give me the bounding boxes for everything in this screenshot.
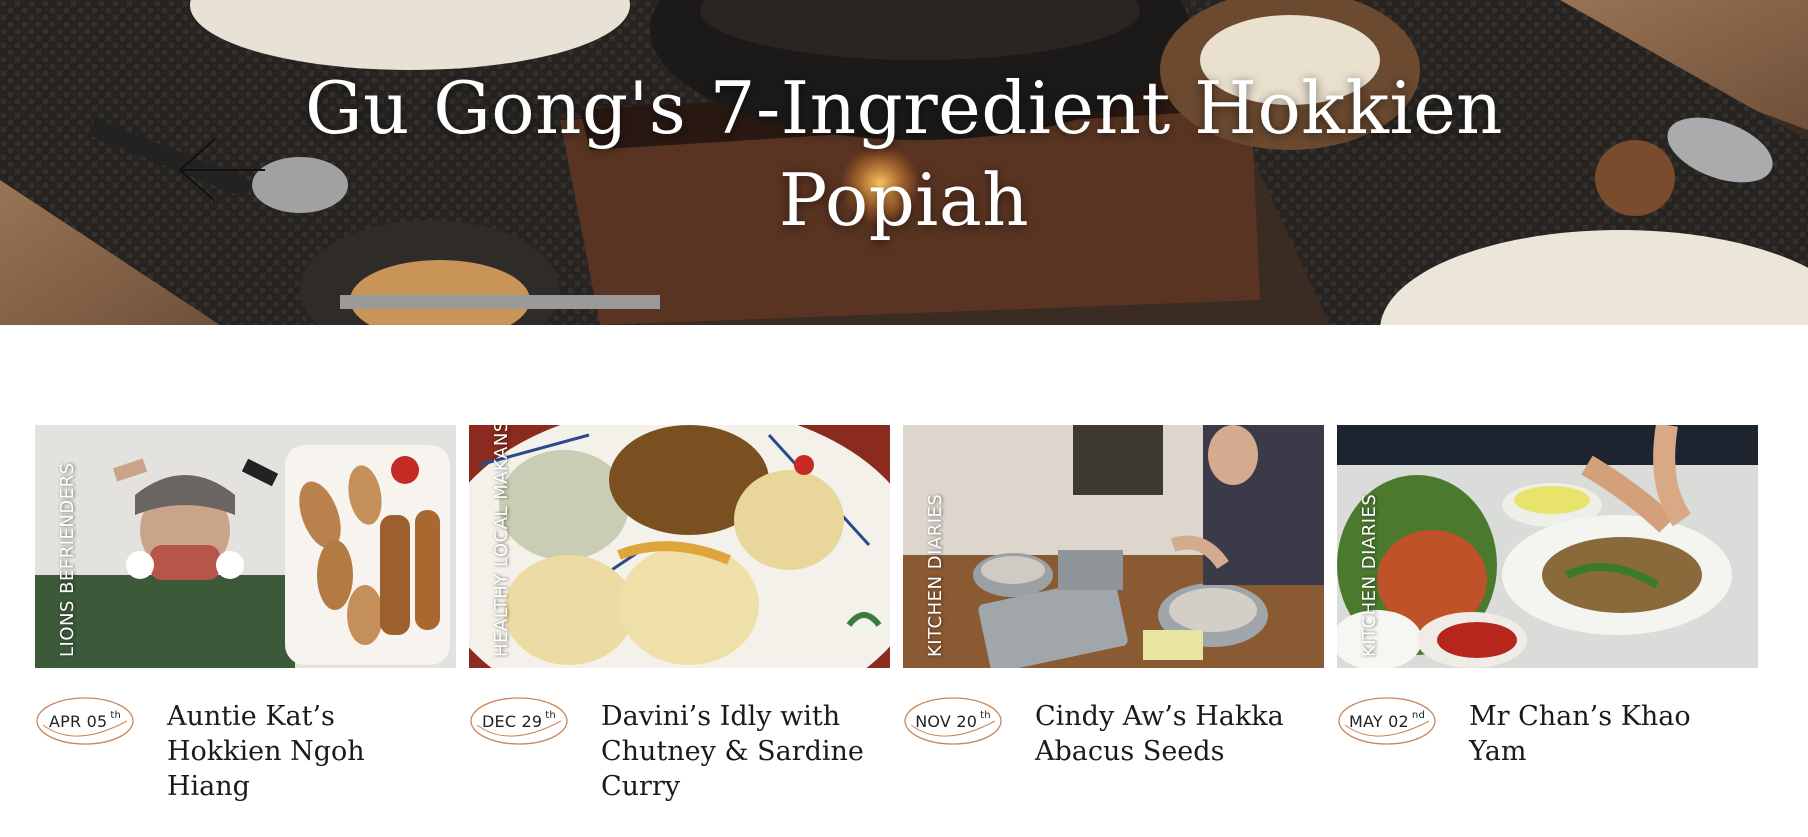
post-card: LIONS BEFRIENDERS APR 05th Auntie Kat’s … xyxy=(35,425,456,837)
date-badge: MAY 02nd xyxy=(1337,695,1437,747)
post-date: APR 05 xyxy=(48,711,108,731)
post-thumbnail[interactable]: LIONS BEFRIENDERS xyxy=(35,425,456,668)
post-card: HEALTHY LOCAL MAKANS DEC 29th Davini’s I… xyxy=(469,425,890,837)
post-date: NOV 20 xyxy=(915,711,978,731)
post-card: KITCHEN DIARIES MAY 02nd Mr Chan’s Khao … xyxy=(1337,425,1758,837)
date-suffix: th xyxy=(980,709,991,721)
date-suffix: th xyxy=(545,709,556,721)
post-category[interactable]: KITCHEN DIARIES xyxy=(1359,494,1380,657)
date-badge: NOV 20th xyxy=(903,695,1003,747)
arrow-left-icon[interactable] xyxy=(170,135,270,205)
post-card: KITCHEN DIARIES NOV 20th Cindy Aw’s Hakk… xyxy=(903,425,1324,837)
post-title[interactable]: Cindy Aw’s Hakka Abacus Seeds xyxy=(1035,699,1320,769)
post-thumbnail[interactable]: KITCHEN DIARIES xyxy=(1337,425,1758,668)
post-list: LIONS BEFRIENDERS APR 05th Auntie Kat’s … xyxy=(0,425,1808,837)
date-badge: APR 05th xyxy=(35,695,135,747)
post-image xyxy=(35,425,456,668)
hero-banner: Gu Gong's 7-Ingredient Hokkien Popiah xyxy=(0,0,1808,325)
post-title[interactable]: Davini’s Idly with Chutney & Sardine Cur… xyxy=(601,699,886,804)
post-category[interactable]: LIONS BEFRIENDERS xyxy=(57,462,78,657)
post-image xyxy=(469,425,890,668)
post-title[interactable]: Mr Chan’s Khao Yam xyxy=(1469,699,1754,769)
hero-title: Gu Gong's 7-Ingredient Hokkien Popiah xyxy=(304,66,1504,242)
post-category[interactable]: HEALTHY LOCAL MAKANS xyxy=(491,425,512,657)
post-image xyxy=(1337,425,1758,668)
post-date: MAY 02 xyxy=(1348,711,1409,731)
post-title[interactable]: Auntie Kat’s Hokkien Ngoh Hiang xyxy=(167,699,452,804)
post-thumbnail[interactable]: HEALTHY LOCAL MAKANS xyxy=(469,425,890,668)
post-date: DEC 29 xyxy=(482,711,543,731)
date-suffix: nd xyxy=(1411,709,1426,721)
date-suffix: th xyxy=(110,709,122,721)
post-image xyxy=(903,425,1324,668)
post-category[interactable]: KITCHEN DIARIES xyxy=(925,494,946,657)
post-thumbnail[interactable]: KITCHEN DIARIES xyxy=(903,425,1324,668)
date-badge: DEC 29th xyxy=(469,695,569,747)
